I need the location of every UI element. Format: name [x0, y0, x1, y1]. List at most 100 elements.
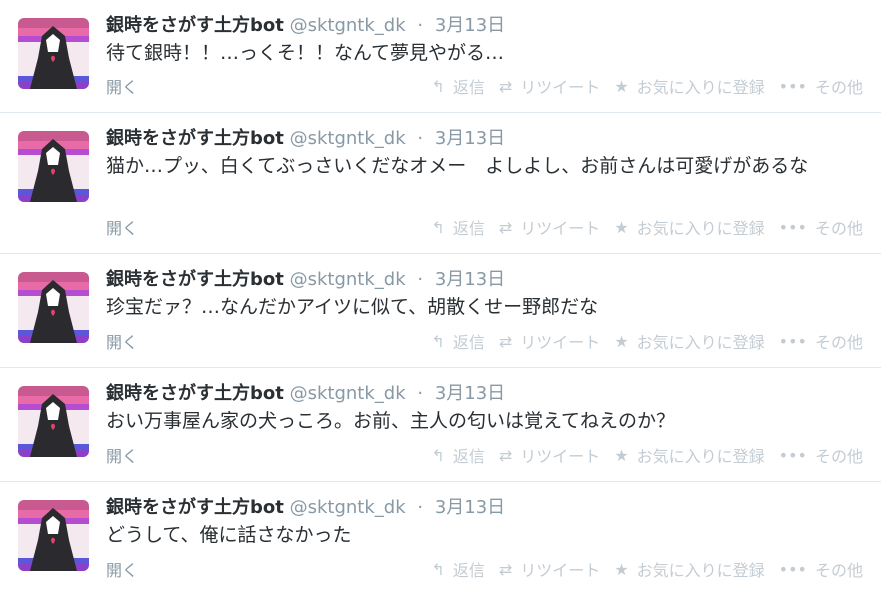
star-icon: ★	[614, 559, 629, 579]
ellipsis-icon: •••	[778, 331, 807, 351]
tweet-item[interactable]: 銀時をさがす土方bot @sktgntk_dk · 3月13日 おい万事屋ん家の…	[0, 368, 881, 482]
user-name[interactable]: 銀時をさがす土方bot	[106, 269, 284, 290]
tweet-text: 珍宝だァ？…なんだかアイツに似て、胡散くせー野郎だな	[106, 296, 599, 318]
tweet-footer: 開く ↰ 返信 ⇄ リツイート ★ お気に入りに登録 ••• その他	[106, 74, 867, 98]
reply-label: 返信	[452, 561, 485, 580]
user-handle[interactable]: @sktgntk_dk	[290, 15, 406, 36]
user-handle[interactable]: @sktgntk_dk	[290, 497, 406, 518]
reply-button[interactable]: ↰ 返信	[431, 215, 484, 239]
favorite-label: お気に入りに登録	[636, 447, 765, 466]
tweet-content: 銀時をさがす土方bot @sktgntk_dk · 3月13日 待て銀時！！…っ…	[106, 14, 867, 67]
more-button[interactable]: ••• その他	[779, 74, 863, 98]
reply-button[interactable]: ↰ 返信	[431, 74, 484, 98]
tweet-timestamp[interactable]: 3月13日	[435, 15, 505, 36]
reply-button[interactable]: ↰ 返信	[431, 557, 484, 581]
expand-link[interactable]: 開く	[106, 443, 138, 467]
reply-label: 返信	[452, 447, 485, 466]
reply-arrow-icon: ↰	[431, 76, 445, 96]
tweet-timestamp[interactable]: 3月13日	[435, 269, 505, 290]
tweet-content: 銀時をさがす土方bot @sktgntk_dk · 3月13日 どうして、俺に話…	[106, 496, 867, 549]
tweet-timestamp[interactable]: 3月13日	[435, 497, 505, 518]
ellipsis-icon: •••	[778, 445, 807, 465]
user-name[interactable]: 銀時をさがす土方bot	[106, 383, 284, 404]
expand-link[interactable]: 開く	[106, 74, 138, 98]
user-name[interactable]: 銀時をさがす土方bot	[106, 15, 284, 36]
reply-label: 返信	[452, 333, 485, 352]
more-label: その他	[814, 219, 863, 238]
reply-arrow-icon: ↰	[431, 331, 445, 351]
expand-link[interactable]: 開く	[106, 557, 138, 581]
tweet-actions: ↰ 返信 ⇄ リツイート ★ お気に入りに登録 ••• その他	[431, 443, 863, 467]
more-button[interactable]: ••• その他	[779, 215, 863, 239]
favorite-label: お気に入りに登録	[636, 561, 765, 580]
avatar[interactable]	[18, 500, 89, 571]
more-label: その他	[814, 561, 863, 580]
retweet-button[interactable]: ⇄ リツイート	[499, 329, 600, 353]
avatar[interactable]	[18, 18, 89, 89]
tweet-content: 銀時をさがす土方bot @sktgntk_dk · 3月13日 珍宝だァ？…なん…	[106, 268, 867, 321]
retweet-button[interactable]: ⇄ リツイート	[499, 74, 600, 98]
tweet-header: 銀時をさがす土方bot @sktgntk_dk · 3月13日	[106, 382, 867, 406]
tweet-item[interactable]: 銀時をさがす土方bot @sktgntk_dk · 3月13日 猫か…プッ、白く…	[0, 113, 881, 254]
more-button[interactable]: ••• その他	[779, 329, 863, 353]
tweet-header: 銀時をさがす土方bot @sktgntk_dk · 3月13日	[106, 268, 867, 292]
tweet-footer: 開く ↰ 返信 ⇄ リツイート ★ お気に入りに登録 ••• その他	[106, 557, 867, 581]
tweet-timestamp[interactable]: 3月13日	[435, 128, 505, 149]
more-label: その他	[814, 78, 863, 97]
favorite-button[interactable]: ★ お気に入りに登録	[614, 329, 764, 353]
avatar[interactable]	[18, 272, 89, 343]
expand-link[interactable]: 開く	[106, 329, 138, 353]
favorite-button[interactable]: ★ お気に入りに登録	[614, 74, 764, 98]
retweet-button[interactable]: ⇄ リツイート	[499, 215, 600, 239]
tweet-item[interactable]: 銀時をさがす土方bot @sktgntk_dk · 3月13日 待て銀時！！…っ…	[0, 0, 881, 113]
tweet-item[interactable]: 銀時をさがす土方bot @sktgntk_dk · 3月13日 珍宝だァ？…なん…	[0, 254, 881, 368]
ellipsis-icon: •••	[778, 76, 807, 96]
more-label: その他	[814, 447, 863, 466]
favorite-label: お気に入りに登録	[636, 78, 765, 97]
user-handle[interactable]: @sktgntk_dk	[290, 269, 406, 290]
reply-button[interactable]: ↰ 返信	[431, 443, 484, 467]
retweet-arrows-icon: ⇄	[498, 76, 513, 96]
favorite-label: お気に入りに登録	[636, 219, 765, 238]
user-handle[interactable]: @sktgntk_dk	[290, 128, 406, 149]
retweet-label: リツイート	[520, 78, 601, 97]
tweet-header: 銀時をさがす土方bot @sktgntk_dk · 3月13日	[106, 496, 867, 520]
retweet-button[interactable]: ⇄ リツイート	[499, 557, 600, 581]
user-handle[interactable]: @sktgntk_dk	[290, 383, 406, 404]
more-label: その他	[814, 333, 863, 352]
retweet-button[interactable]: ⇄ リツイート	[499, 443, 600, 467]
tweet-actions: ↰ 返信 ⇄ リツイート ★ お気に入りに登録 ••• その他	[431, 329, 863, 353]
retweet-arrows-icon: ⇄	[498, 445, 513, 465]
tweet-text: 猫か…プッ、白くてぶっさいくだなオメー よしよし、お前さんは可愛げがあるな	[106, 155, 809, 177]
separator-dot: ·	[417, 383, 424, 404]
avatar[interactable]	[18, 386, 89, 457]
favorite-button[interactable]: ★ お気に入りに登録	[614, 215, 764, 239]
tweet-item[interactable]: 銀時をさがす土方bot @sktgntk_dk · 3月13日 どうして、俺に話…	[0, 482, 881, 597]
tweet-header: 銀時をさがす土方bot @sktgntk_dk · 3月13日	[106, 127, 867, 151]
favorite-label: お気に入りに登録	[636, 333, 765, 352]
reply-arrow-icon: ↰	[431, 217, 445, 237]
retweet-arrows-icon: ⇄	[498, 331, 513, 351]
tweet-actions: ↰ 返信 ⇄ リツイート ★ お気に入りに登録 ••• その他	[431, 215, 863, 239]
separator-dot: ·	[417, 497, 424, 518]
expand-link[interactable]: 開く	[106, 215, 138, 239]
more-button[interactable]: ••• その他	[779, 557, 863, 581]
tweet-footer: 開く ↰ 返信 ⇄ リツイート ★ お気に入りに登録 ••• その他	[106, 329, 867, 353]
favorite-button[interactable]: ★ お気に入りに登録	[614, 443, 764, 467]
retweet-label: リツイート	[520, 333, 601, 352]
avatar[interactable]	[18, 131, 89, 202]
reply-label: 返信	[452, 78, 485, 97]
more-button[interactable]: ••• その他	[779, 443, 863, 467]
tweet-header: 銀時をさがす土方bot @sktgntk_dk · 3月13日	[106, 14, 867, 38]
tweet-footer: 開く ↰ 返信 ⇄ リツイート ★ お気に入りに登録 ••• その他	[106, 215, 867, 239]
tweet-timestamp[interactable]: 3月13日	[435, 383, 505, 404]
tweet-text: おい万事屋ん家の犬っころ。お前、主人の匂いは覚えてねえのか？	[106, 410, 676, 432]
retweet-arrows-icon: ⇄	[498, 559, 513, 579]
retweet-label: リツイート	[520, 447, 601, 466]
tweet-footer: 開く ↰ 返信 ⇄ リツイート ★ お気に入りに登録 ••• その他	[106, 443, 867, 467]
user-name[interactable]: 銀時をさがす土方bot	[106, 128, 284, 149]
reply-button[interactable]: ↰ 返信	[431, 329, 484, 353]
user-name[interactable]: 銀時をさがす土方bot	[106, 497, 284, 518]
favorite-button[interactable]: ★ お気に入りに登録	[614, 557, 764, 581]
tweet-text: どうして、俺に話さなかった	[106, 524, 352, 546]
